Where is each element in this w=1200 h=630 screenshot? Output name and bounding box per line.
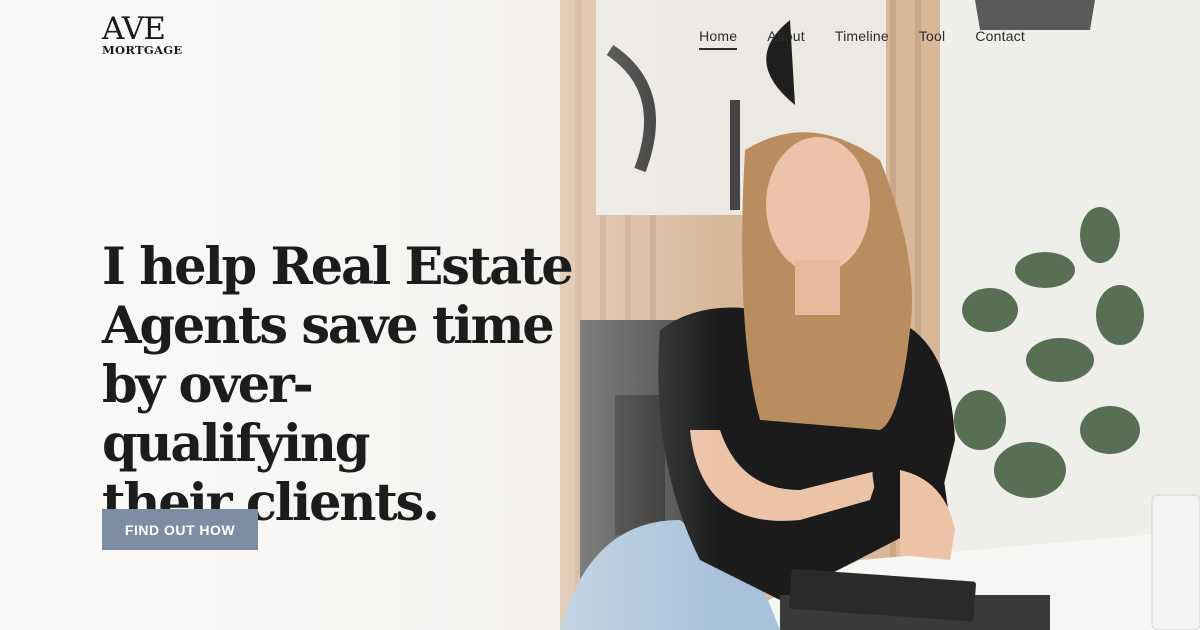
nav-about[interactable]: About — [767, 28, 805, 50]
nav-tool[interactable]: Tool — [919, 28, 945, 50]
main-nav: Home About Timeline Tool Contact — [669, 28, 1025, 50]
logo-subtitle: MORTGAGE — [102, 43, 183, 57]
logo-wordmark: AVE — [102, 11, 166, 47]
find-out-how-button[interactable]: FIND OUT HOW — [102, 509, 258, 550]
nav-home[interactable]: Home — [699, 28, 738, 50]
headline-line-2: Agents save time — [102, 296, 555, 356]
nav-contact[interactable]: Contact — [975, 28, 1025, 50]
nav-timeline[interactable]: Timeline — [835, 28, 889, 50]
logo[interactable]: AVE MORTGAGE — [102, 11, 183, 57]
hero-headline: I help Real Estate Agents save time by o… — [102, 237, 574, 533]
headline-line-1: I help Real Estate — [102, 237, 574, 297]
headline-line-3: by over-qualifying — [102, 355, 370, 474]
